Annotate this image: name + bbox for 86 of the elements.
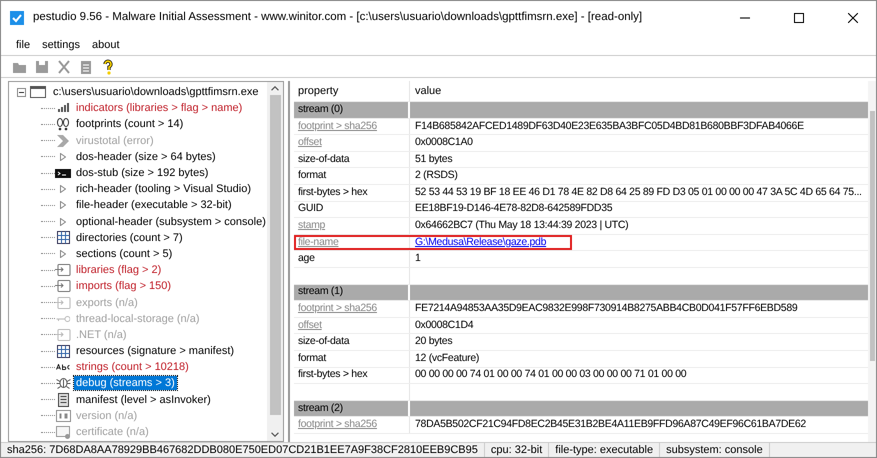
property-link[interactable]: offset	[298, 135, 322, 151]
property-label: format	[298, 350, 326, 366]
property-link[interactable]: file-name	[298, 234, 338, 250]
column-header: property	[298, 84, 338, 99]
tree-item[interactable]: directories (count > 7)	[74, 230, 185, 245]
property-label: first-bytes > hex	[298, 367, 368, 382]
property-label: age	[298, 251, 315, 266]
window-icon	[30, 86, 46, 98]
triangle-icon	[60, 152, 66, 161]
table-cell-text: 52 53 44 53 19 BF 18 EE 46 D1 78 4E 82 D8 64 25 89 FD D3 05 01 00 00 00 47 3A 5C 4D 65 64 75...	[415, 184, 862, 200]
chart-icon	[58, 103, 68, 114]
table-scrollbar[interactable]	[868, 81, 876, 442]
property-link[interactable]: footprint > sha256	[298, 417, 377, 433]
expander-icon[interactable]	[17, 88, 26, 97]
tree-item[interactable]: dos-header (size > 64 bytes)	[74, 150, 218, 164]
footprint-icon	[57, 118, 69, 131]
table-cell-text: 51 bytes	[415, 152, 452, 167]
tree-item[interactable]: dos-stub (size > 192 bytes)	[74, 166, 210, 180]
tree-item[interactable]: resources (signature > manifest)	[74, 344, 236, 358]
tree-scrollbar[interactable]	[267, 82, 283, 441]
property-label: format	[298, 168, 326, 184]
table-icon	[56, 344, 70, 358]
table-cell-text: 78DA5B502CF21C94FD8EC2B45E31B2BE4A11EB9FFD96A87C49EF96C61BA7DE62	[415, 417, 806, 432]
table-cell-text: FE7214A94853AA35D9EAC9832E998F730914B8275ABB4CB0D041F57FF6EBD589	[415, 301, 798, 316]
property-label: GUID	[298, 201, 324, 216]
menu-item[interactable]: about	[92, 36, 120, 54]
chevron-icon	[57, 134, 69, 147]
module-icon	[55, 264, 71, 276]
property-link[interactable]: stamp	[298, 218, 326, 234]
menu-item[interactable]: settings	[42, 36, 80, 54]
status-text: subsystem: console	[660, 443, 770, 457]
tree-item[interactable]: file-header (executable > 32-bit)	[74, 198, 234, 212]
table-cell-text: 0x64662BC7 (Thu May 18 13:44:39 2023 | UTC)	[415, 218, 628, 234]
table-cell-text: 0x0008C1A0	[415, 135, 473, 150]
property-label: first-bytes > hex	[298, 184, 368, 200]
tree-item[interactable]: rich-header (tooling > Visual Studio)	[74, 182, 253, 196]
scroll-down-icon[interactable]	[271, 432, 279, 437]
version-icon	[56, 410, 70, 422]
table-cell-text: 1	[415, 251, 421, 266]
bug-icon	[56, 378, 70, 389]
abc-icon	[56, 364, 70, 370]
table-cell-text: 12 (vcFeature)	[415, 350, 480, 366]
table-cell-text: 20 bytes	[415, 334, 452, 350]
section-header: stream (0)	[298, 102, 343, 117]
tree-item[interactable]: indicators (libraries > flag > name)	[74, 101, 244, 116]
module-icon	[55, 280, 71, 292]
section-header: stream (2)	[298, 400, 343, 416]
console-icon	[55, 168, 71, 178]
tree-item[interactable]: libraries (flag > 2)	[74, 263, 164, 278]
section-header: stream (1)	[298, 284, 343, 300]
property-link[interactable]: offset	[298, 318, 322, 334]
status-text: sha256: 7D68DA8AA78929BB467682DDB080E750ED07CD21B1EE7A9F38CF2810EEB9CB95	[1, 443, 485, 457]
document-icon	[58, 392, 68, 407]
module-icon	[55, 296, 71, 309]
module-icon	[55, 328, 71, 341]
property-link[interactable]: footprint > sha256	[298, 118, 377, 134]
table-cell-text: 00 00 00 00 74 01 00 00 74 01 00 00 03 00 00 00 71 01 00 00	[415, 367, 686, 382]
table-cell-text: 2 (RSDS)	[415, 168, 458, 184]
property-label: size-of-data	[298, 152, 350, 167]
status-text: file-type: executable	[549, 443, 660, 457]
tree-item[interactable]: footprints (count > 14)	[74, 117, 186, 132]
property-link[interactable]: footprint > sha256	[298, 301, 377, 317]
tree-item[interactable]: optional-header (subsystem > console)	[74, 214, 267, 229]
tree-item[interactable]: imports (flag > 150)	[74, 279, 174, 294]
table-icon	[56, 231, 70, 244]
tree-item[interactable]: c:\users\usuario\downloads\gpttfimsrn.exe	[51, 85, 260, 100]
tree-item[interactable]: debug (streams > 3)	[74, 376, 177, 390]
key-icon	[56, 316, 70, 322]
app-icon	[9, 10, 25, 26]
value-link[interactable]: G:\Medusa\Release\gaze.pdb	[415, 234, 546, 250]
tree-item[interactable]: sections (count > 5)	[74, 246, 174, 261]
status-text: cpu: 32-bit	[484, 443, 550, 457]
certificate-icon	[56, 426, 70, 439]
triangle-icon	[60, 250, 66, 258]
tree-item[interactable]: strings (count > 10218)	[74, 360, 191, 374]
menu-item[interactable]: file	[16, 36, 30, 54]
property-label: size-of-data	[298, 334, 350, 350]
close-icon	[848, 13, 858, 23]
table-cell-text: 0x0008C1D4	[415, 318, 474, 333]
tree-item[interactable]: manifest (level > asInvoker)	[74, 392, 213, 407]
maximize-icon	[794, 13, 804, 23]
column-header: value	[415, 84, 442, 99]
table-cell-text: F14B685842AFCED1489DF63D40E23E635BA3BFC05D4BD81B680BBF3DFAB4066E	[415, 118, 804, 134]
table-cell-text: EE18BF19-D146-4E78-82D8-642589FDD35	[415, 201, 612, 216]
window-title: pestudio 9.56 - Malware Initial Assessment - www.winitor.com - [c:\users\usuario\downloads\gpttfimsrn.exe] - [read-only]	[33, 10, 642, 26]
scroll-up-icon[interactable]	[271, 86, 279, 91]
